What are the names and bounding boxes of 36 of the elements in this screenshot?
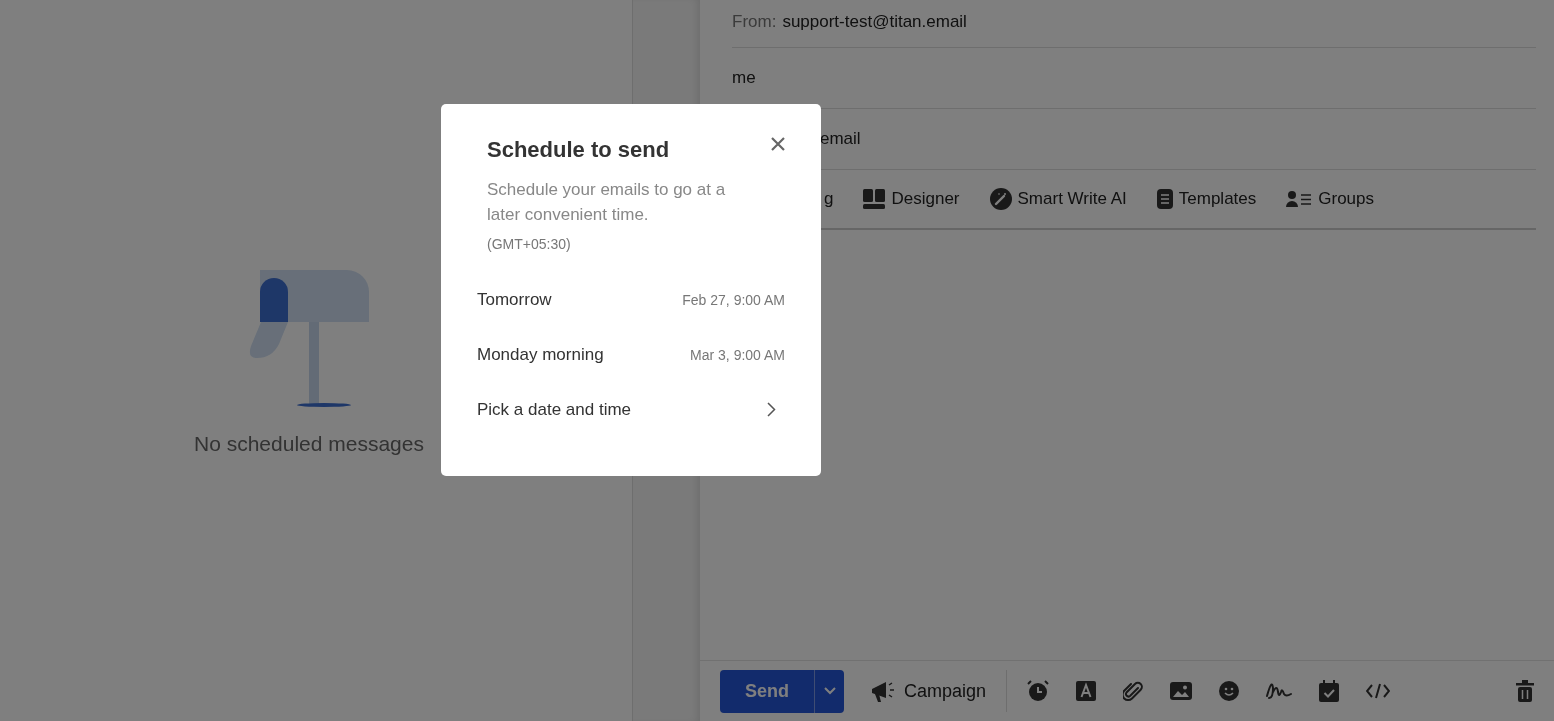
from-label: From:	[732, 12, 777, 32]
from-address[interactable]: support-test@titan.email	[782, 12, 967, 32]
alarm-clock-icon[interactable]	[1027, 680, 1050, 702]
toolbar-button[interactable]: Designer	[863, 189, 960, 209]
dialog-description: Schedule your emails to go at a later convenient time.	[487, 179, 727, 226]
code-icon[interactable]	[1366, 683, 1391, 699]
text-format-icon[interactable]	[1076, 681, 1097, 701]
chevron-right-icon	[767, 402, 776, 417]
send-options-button[interactable]	[814, 669, 844, 713]
image-icon[interactable]	[1170, 682, 1193, 700]
chevron-down-icon	[823, 687, 836, 695]
paperclip-icon[interactable]	[1123, 680, 1144, 702]
toolbar-button[interactable]: Groups	[1286, 189, 1374, 209]
subject-field[interactable]: email	[820, 129, 861, 149]
schedule-option[interactable]: Tomorrow Feb 27, 9:00 AM	[477, 272, 785, 327]
document-icon	[1156, 189, 1173, 209]
signature-icon[interactable]	[1266, 682, 1293, 700]
megaphone-icon	[870, 679, 896, 703]
close-icon[interactable]	[771, 137, 785, 151]
toolbar-button[interactable]: Smart Write AI	[989, 188, 1127, 210]
schedule-option[interactable]: Pick a date and time	[477, 382, 785, 437]
calendar-check-icon[interactable]	[1319, 680, 1340, 702]
toolbar-button[interactable]: Templates	[1156, 189, 1257, 209]
toolbar-button[interactable]: g	[824, 189, 834, 209]
trash-icon[interactable]	[1516, 680, 1534, 702]
magic-wand-icon	[989, 188, 1012, 210]
contacts-list-icon	[1286, 191, 1313, 207]
send-button[interactable]: Send	[720, 669, 814, 713]
campaign-button[interactable]: Campaign	[870, 679, 987, 703]
recipient-field[interactable]: me	[732, 68, 756, 88]
smiley-icon[interactable]	[1219, 681, 1240, 701]
schedule-option[interactable]: Monday morning Mar 3, 9:00 AM	[477, 327, 785, 382]
empty-state-message: No scheduled messages	[194, 432, 424, 456]
timezone-label: (GMT+05:30)	[487, 236, 572, 252]
dialog-title: Schedule to send	[487, 137, 670, 163]
layout-icon	[863, 189, 886, 209]
